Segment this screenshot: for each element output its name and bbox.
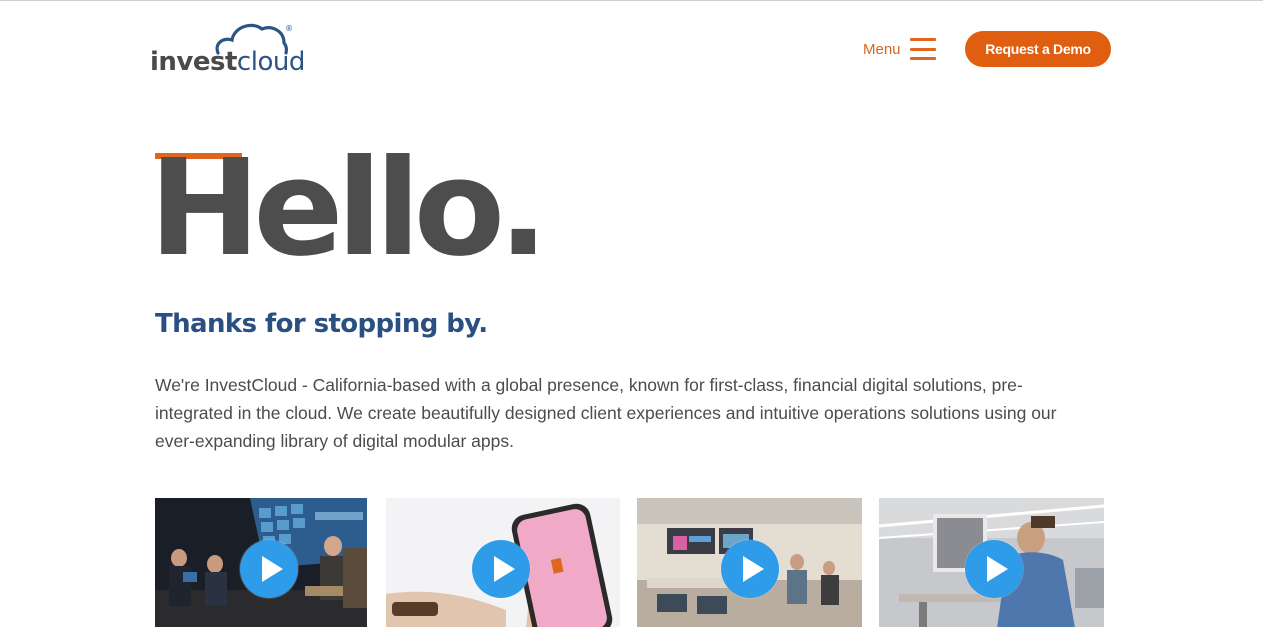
menu-toggle[interactable]: Menu — [863, 37, 936, 61]
play-icon[interactable] — [721, 540, 779, 598]
hamburger-icon — [909, 38, 936, 60]
page-subtitle: Thanks for stopping by. — [155, 309, 488, 339]
intro-paragraph: We're InvestCloud - California-based wit… — [155, 375, 1057, 451]
video-office-developer[interactable] — [879, 498, 1104, 627]
video-conference-panel[interactable] — [155, 498, 367, 627]
logo-word-invest: invest — [150, 47, 237, 77]
registered-mark: ® — [285, 24, 292, 33]
video-office-meeting[interactable] — [637, 498, 862, 627]
play-icon[interactable] — [965, 540, 1023, 598]
video-mobile-app[interactable] — [386, 498, 620, 627]
logo-word-cloud: cloud — [236, 47, 305, 77]
menu-label: Menu — [863, 40, 901, 58]
page-title: Hello. — [149, 132, 549, 286]
request-demo-button[interactable]: Request a Demo — [965, 31, 1111, 67]
logo-wordmark: investcloud — [150, 47, 305, 77]
play-icon[interactable] — [472, 540, 530, 598]
play-icon[interactable] — [240, 540, 298, 598]
investcloud-logo[interactable]: ® investcloud — [150, 21, 305, 77]
video-gallery — [0, 498, 1263, 627]
